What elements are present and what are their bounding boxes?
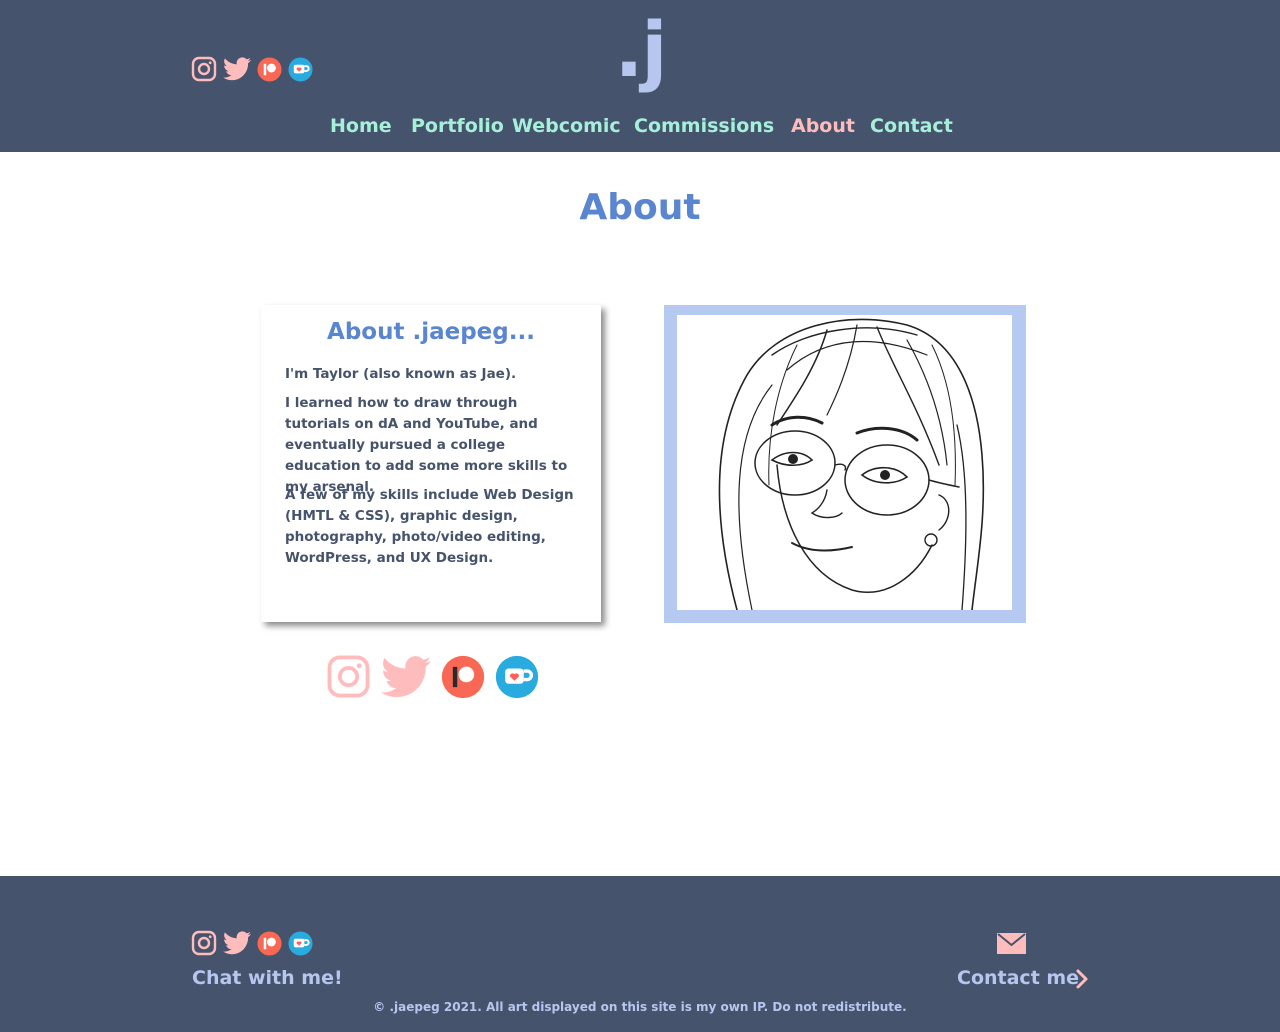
main-nav: Home Portfolio Webcomic Commissions Abou… [0, 112, 1280, 142]
about-card: About .jaepeg... I'm Taylor (also known … [261, 305, 601, 622]
kofi-link-large[interactable] [495, 655, 539, 699]
portrait-frame [664, 305, 1026, 623]
about-social-links [326, 654, 539, 699]
twitter-icon [381, 655, 431, 697]
mail-icon[interactable] [997, 933, 1026, 954]
patreon-icon [441, 655, 485, 698]
instagram-link-large[interactable] [326, 654, 371, 699]
contact-me-link[interactable]: Contact me [957, 964, 1079, 992]
site-header: .j Home Portfolio Webcomic Commissions A… [0, 0, 1280, 152]
nav-about[interactable]: About [791, 112, 855, 140]
instagram-link-footer[interactable] [191, 930, 217, 956]
site-footer: Chat with me! Contact me © .jaepeg 2021.… [0, 876, 1280, 1032]
page-title: About [579, 187, 701, 228]
about-paragraph-skills: A few of my skills include Web Design (H… [285, 487, 574, 566]
about-card-heading: About .jaepeg... [327, 319, 535, 345]
kofi-icon [288, 930, 313, 956]
header-social-links [191, 56, 313, 82]
nav-contact[interactable]: Contact [870, 112, 953, 140]
about-paragraph-learning: I learned how to draw through tutorials … [285, 395, 568, 495]
patreon-link-footer[interactable] [257, 930, 282, 956]
chevron-right-icon[interactable] [1074, 968, 1090, 990]
portrait-sketch [677, 315, 1012, 610]
instagram-icon [327, 655, 370, 698]
instagram-icon [191, 930, 217, 956]
chat-with-me-label: Chat with me! [192, 967, 343, 989]
nav-commissions[interactable]: Commissions [634, 112, 774, 140]
nav-home[interactable]: Home [330, 112, 392, 140]
patreon-link[interactable] [257, 56, 282, 82]
instagram-icon [191, 56, 217, 82]
about-paragraph-intro: I'm Taylor (also known as Jae). [285, 366, 517, 382]
kofi-icon [495, 655, 539, 698]
twitter-icon [223, 931, 251, 955]
patreon-icon [257, 930, 282, 956]
site-logo[interactable]: .j [600, 6, 680, 94]
nav-portfolio[interactable]: Portfolio [411, 112, 504, 140]
patreon-icon [257, 56, 282, 82]
twitter-link[interactable] [223, 57, 251, 81]
copyright-notice: © .jaepeg 2021. All art displayed on thi… [373, 1000, 907, 1014]
nav-webcomic[interactable]: Webcomic [512, 112, 621, 140]
patreon-link-large[interactable] [441, 655, 485, 699]
twitter-link-large[interactable] [381, 655, 431, 698]
instagram-link[interactable] [191, 56, 217, 82]
kofi-icon [288, 56, 313, 82]
twitter-link-footer[interactable] [223, 931, 251, 955]
kofi-link-footer[interactable] [288, 930, 313, 956]
footer-social-links [191, 930, 313, 956]
twitter-icon [223, 57, 251, 81]
kofi-link[interactable] [288, 56, 313, 82]
